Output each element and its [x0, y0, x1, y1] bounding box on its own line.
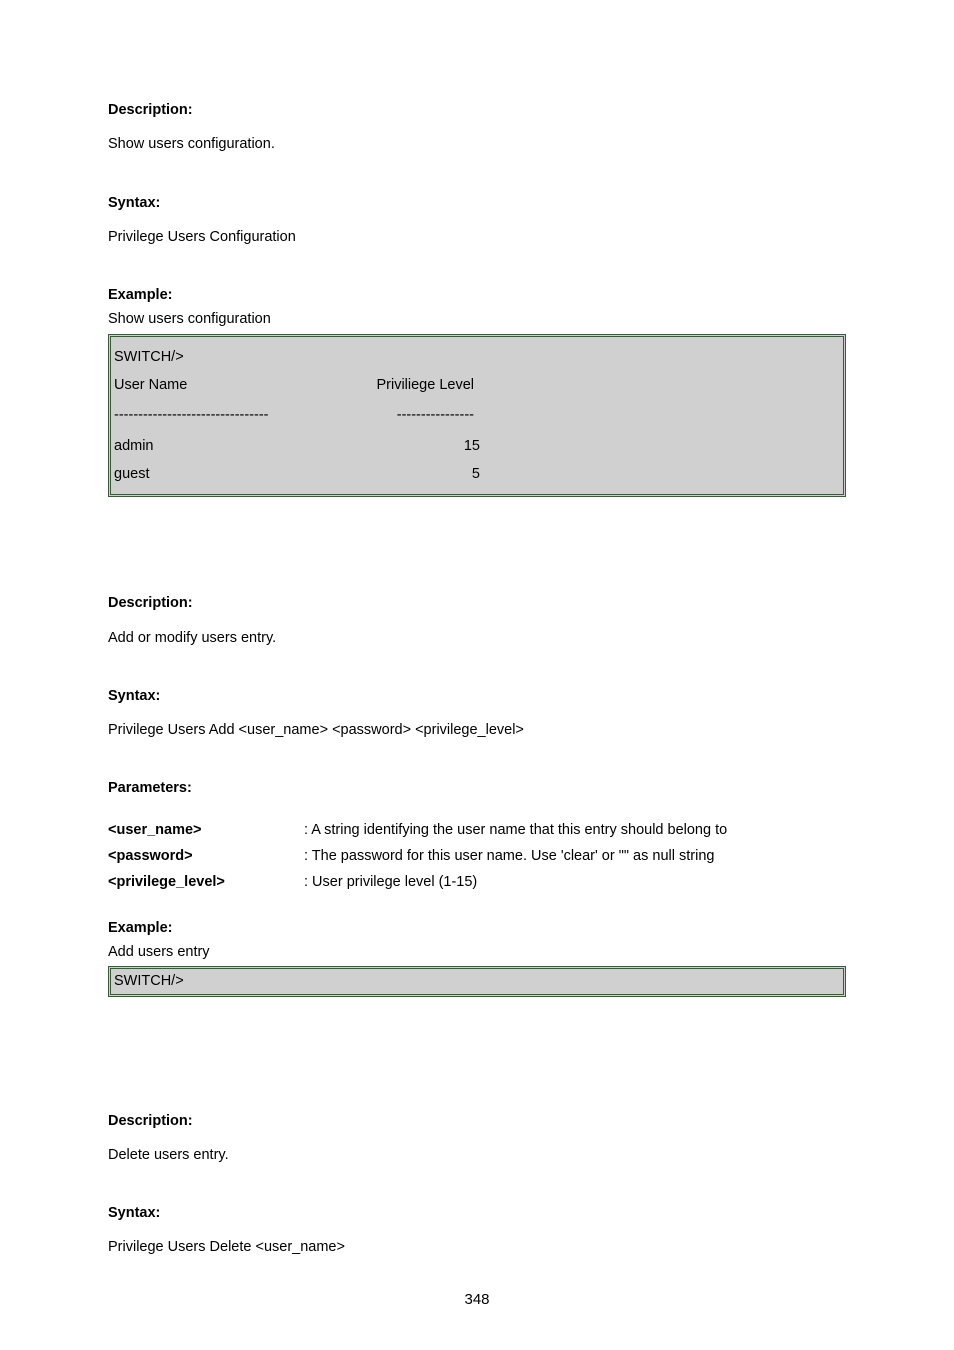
page: Description: Show users configuration. S…: [0, 0, 954, 1350]
syntax-block: Syntax: Privilege Users Delete <user_nam…: [108, 1203, 846, 1258]
description-block: Description: Show users configuration.: [108, 100, 846, 155]
param-key: <privilege_level>: [108, 872, 304, 892]
terminal-prompt: SWITCH/>: [114, 343, 840, 371]
example-label: Example:: [108, 918, 846, 938]
cell-username: admin: [114, 436, 354, 456]
header-username: User Name: [114, 375, 354, 395]
param-row: <user_name> : A string identifying the u…: [108, 817, 846, 843]
example-text: Add users entry: [108, 942, 846, 962]
syntax-label: Syntax:: [108, 686, 846, 706]
parameters-label: Parameters:: [108, 778, 846, 798]
parameters-list: <user_name> : A string identifying the u…: [108, 817, 846, 896]
param-key: <user_name>: [108, 820, 304, 840]
description-label: Description:: [108, 1111, 846, 1131]
cell-level: 5: [354, 464, 480, 484]
terminal-box: SWITCH/> User Name Priviliege Level ----…: [108, 334, 846, 497]
description-label: Description:: [108, 100, 846, 120]
syntax-label: Syntax:: [108, 1203, 846, 1223]
terminal-box: SWITCH/>: [108, 966, 846, 996]
syntax-label: Syntax:: [108, 193, 846, 213]
separator-row: -------------------------------- -------…: [114, 399, 840, 431]
parameters-block: Parameters: <user_name> : A string ident…: [108, 778, 846, 895]
syntax-block: Syntax: Privilege Users Add <user_name> …: [108, 686, 846, 741]
spacer: [108, 1093, 846, 1111]
prompt-text: SWITCH/>: [114, 347, 354, 367]
description-label: Description:: [108, 593, 846, 613]
cell-username: guest: [114, 464, 354, 484]
param-desc: : The password for this user name. Use '…: [304, 846, 846, 866]
description-text: Delete users entry.: [108, 1145, 846, 1165]
dash-col2: ----------------: [354, 405, 474, 425]
syntax-block: Syntax: Privilege Users Configuration: [108, 193, 846, 248]
example-block: Example: Show users configuration SWITCH…: [108, 285, 846, 497]
description-block: Description: Add or modify users entry.: [108, 593, 846, 648]
param-key: <password>: [108, 846, 304, 866]
section-gap: [108, 497, 846, 593]
table-header: User Name Priviliege Level: [114, 371, 840, 399]
param-row: <password> : The password for this user …: [108, 843, 846, 869]
example-block: Example: Add users entry SWITCH/>: [108, 918, 846, 997]
description-text: Add or modify users entry.: [108, 628, 846, 648]
table-row: admin 15: [114, 432, 840, 460]
example-label: Example:: [108, 285, 846, 305]
description-block: Description: Delete users entry.: [108, 1111, 846, 1166]
description-text: Show users configuration.: [108, 134, 846, 154]
header-level: Priviliege Level: [354, 375, 474, 395]
param-row: <privilege_level> : User privilege level…: [108, 869, 846, 895]
syntax-text: Privilege Users Configuration: [108, 227, 846, 247]
param-desc: : A string identifying the user name tha…: [304, 820, 846, 840]
param-desc: : User privilege level (1-15): [304, 872, 846, 892]
section-users-add: Description: Add or modify users entry. …: [108, 593, 846, 996]
dash-col1: --------------------------------: [114, 405, 354, 425]
table-row: guest 5: [114, 460, 840, 488]
page-number: 348: [0, 1289, 954, 1310]
cell-level: 15: [354, 436, 480, 456]
section-gap: [108, 997, 846, 1093]
section-users-configuration: Description: Show users configuration. S…: [108, 100, 846, 497]
example-text: Show users configuration: [108, 309, 846, 329]
syntax-text: Privilege Users Delete <user_name>: [108, 1237, 846, 1257]
syntax-text: Privilege Users Add <user_name> <passwor…: [108, 720, 846, 740]
prompt-text: SWITCH/>: [114, 971, 840, 991]
section-users-delete: Description: Delete users entry. Syntax:…: [108, 1111, 846, 1258]
